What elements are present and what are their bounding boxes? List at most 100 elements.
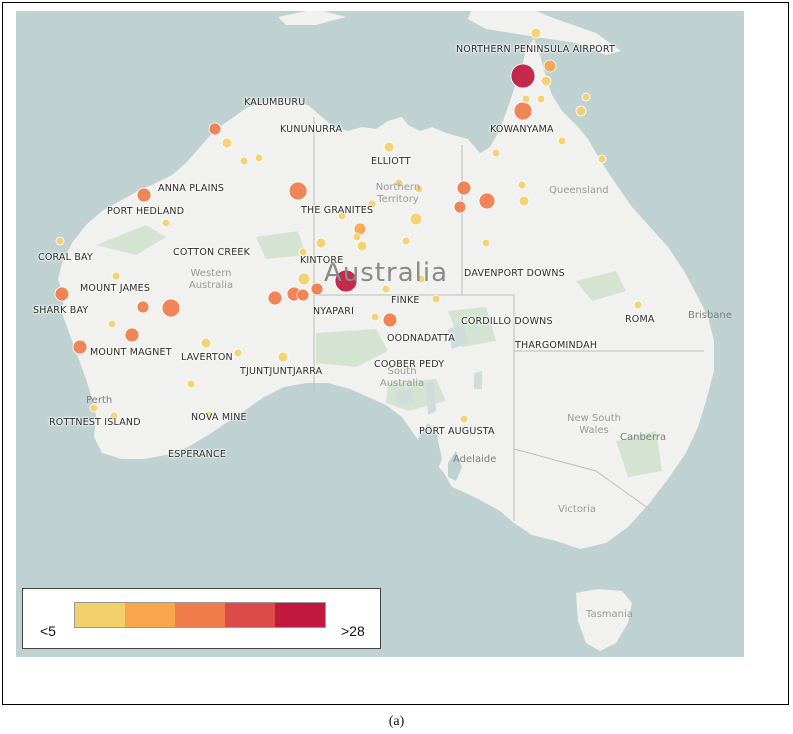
place-label: MOUNT JAMES: [80, 283, 151, 294]
station-bubble[interactable]: [267, 290, 283, 306]
place-label: ELLIOTT: [371, 156, 411, 167]
station-bubble[interactable]: [208, 122, 222, 136]
place-label: PORT AUGUSTA: [419, 426, 495, 437]
station-bubble[interactable]: [136, 187, 152, 203]
place-label: SHARK BAY: [33, 305, 89, 316]
place-label: LAVERTON: [181, 352, 233, 363]
city-label: Canberra: [620, 432, 667, 443]
place-label: THE GRANITES: [301, 205, 374, 216]
state-label: Northern Territory: [375, 182, 421, 205]
station-bubble[interactable]: [296, 288, 310, 302]
city-label: Adelaide: [453, 454, 497, 465]
station-bubble[interactable]: [136, 300, 150, 314]
station-bubble[interactable]: [530, 27, 542, 39]
station-bubble[interactable]: [536, 94, 546, 104]
state-label: Victoria: [558, 504, 596, 515]
station-bubble[interactable]: [352, 232, 362, 242]
station-bubble[interactable]: [581, 92, 591, 102]
station-bubble[interactable]: [254, 153, 264, 163]
place-label: OODNADATTA: [387, 333, 455, 344]
place-label: NORTHERN PENINSULA AIRPORT: [456, 44, 615, 55]
lake-gairdner: [396, 389, 414, 405]
legend-swatch: [225, 603, 275, 627]
place-label: FINKE: [391, 295, 420, 306]
station-bubble[interactable]: [518, 195, 530, 207]
station-bubble[interactable]: [456, 180, 472, 196]
station-bubble[interactable]: [370, 312, 380, 322]
station-bubble[interactable]: [297, 272, 311, 286]
legend-color-ramp: [74, 602, 326, 628]
station-bubble[interactable]: [186, 379, 196, 389]
station-bubble[interactable]: [54, 286, 70, 302]
map-canvas[interactable]: [16, 11, 744, 657]
station-bubble[interactable]: [382, 312, 398, 328]
city-label: Perth: [86, 395, 113, 406]
legend-swatch: [75, 603, 125, 627]
legend-swatch: [175, 603, 225, 627]
station-bubble[interactable]: [111, 271, 121, 281]
station-bubble[interactable]: [161, 218, 171, 228]
station-bubble[interactable]: [513, 101, 533, 121]
place-label: THARGOMINDAH: [515, 340, 598, 351]
station-bubble[interactable]: [517, 180, 527, 190]
place-label: NYAPARI: [313, 306, 355, 317]
station-bubble[interactable]: [575, 105, 587, 117]
station-bubble[interactable]: [478, 192, 496, 210]
station-bubble[interactable]: [521, 94, 531, 104]
state-label: Tasmania: [586, 609, 633, 620]
place-label: COTTON CREEK: [173, 247, 251, 258]
station-bubble[interactable]: [288, 181, 308, 201]
station-bubble[interactable]: [310, 282, 324, 296]
station-bubble[interactable]: [221, 137, 233, 149]
station-bubble[interactable]: [597, 154, 607, 164]
city-label: Brisbane: [688, 310, 732, 321]
place-label: KALUMBURU: [244, 97, 306, 108]
station-bubble[interactable]: [200, 337, 212, 349]
station-bubble[interactable]: [383, 141, 395, 153]
station-bubble[interactable]: [107, 319, 117, 329]
lake-frome: [474, 371, 482, 389]
station-bubble[interactable]: [409, 212, 423, 226]
place-label: ESPERANCE: [168, 449, 227, 460]
station-bubble[interactable]: [459, 414, 469, 424]
figure-frame: Australia Western Australia Northern Ter…: [2, 2, 789, 705]
place-label: NOVA MINE: [191, 412, 247, 423]
station-bubble[interactable]: [315, 237, 327, 249]
state-label: New South Wales: [566, 413, 622, 436]
station-bubble[interactable]: [239, 156, 249, 166]
station-bubble[interactable]: [356, 240, 368, 252]
station-bubble[interactable]: [481, 238, 491, 248]
station-bubble[interactable]: [72, 339, 88, 355]
figure-caption: (a): [388, 714, 405, 729]
state-label: Western Australia: [188, 268, 234, 291]
legend-swatch: [275, 603, 325, 627]
station-bubble[interactable]: [510, 63, 536, 89]
legend-max-label: >28: [341, 623, 365, 639]
station-bubble[interactable]: [233, 348, 243, 358]
place-label: ROMA: [625, 314, 655, 325]
station-bubble[interactable]: [540, 75, 552, 87]
station-bubble[interactable]: [277, 351, 289, 363]
station-bubble[interactable]: [431, 294, 441, 304]
station-bubble[interactable]: [633, 300, 643, 310]
station-bubble[interactable]: [401, 236, 411, 246]
station-bubble[interactable]: [453, 200, 467, 214]
station-bubble[interactable]: [161, 298, 181, 318]
place-label: DAVENPORT DOWNS: [464, 268, 565, 279]
place-label: CORDILLO DOWNS: [461, 316, 553, 327]
place-label: ROTTNEST ISLAND: [49, 417, 141, 428]
place-label: TJUNTJUNTJARRA: [240, 366, 323, 377]
color-legend: <5 >28: [22, 588, 381, 649]
state-label: Queensland: [549, 185, 609, 196]
legend-swatch: [125, 603, 175, 627]
station-bubble[interactable]: [55, 236, 65, 246]
place-label: CORAL BAY: [38, 252, 94, 263]
map[interactable]: Australia Western Australia Northern Ter…: [16, 11, 744, 657]
legend-min-label: <5: [40, 623, 56, 639]
station-bubble[interactable]: [557, 136, 567, 146]
station-bubble[interactable]: [124, 327, 140, 343]
station-bubble[interactable]: [491, 148, 501, 158]
place-label: ANNA PLAINS: [158, 183, 225, 194]
place-label: MOUNT MAGNET: [90, 347, 172, 358]
station-bubble[interactable]: [543, 59, 557, 73]
